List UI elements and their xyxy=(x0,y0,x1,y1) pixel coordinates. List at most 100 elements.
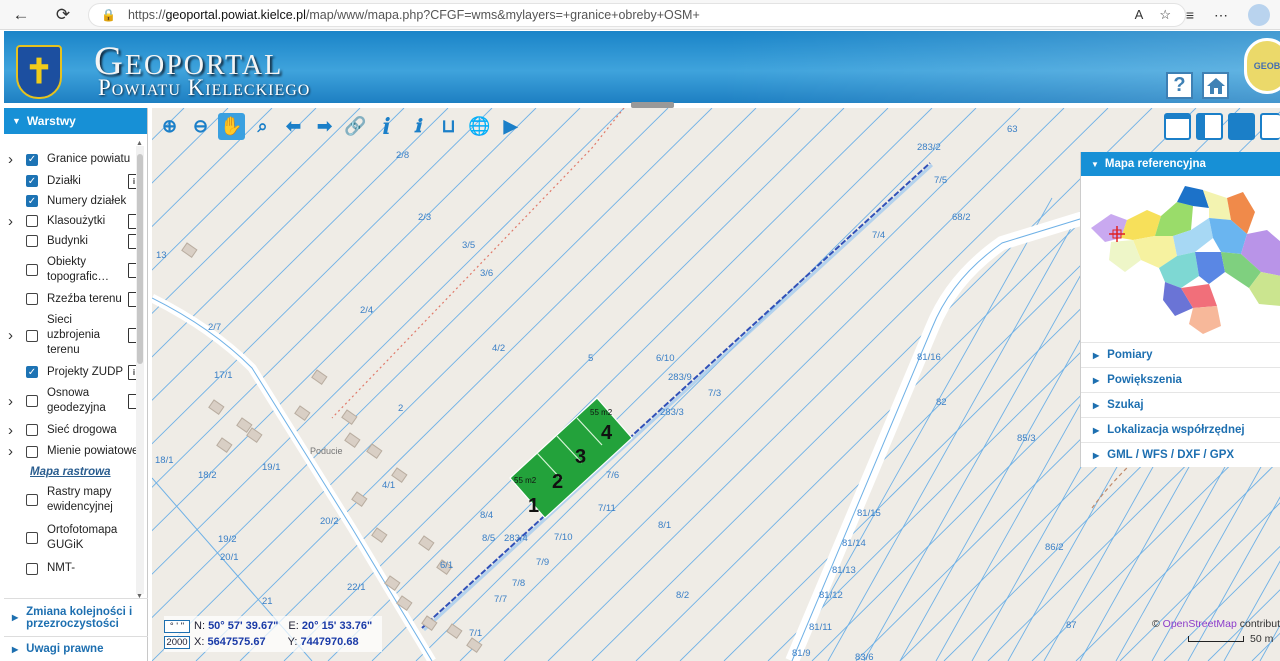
right-panel-item[interactable]: ▶ GML / WFS / DXF / GPX xyxy=(1081,442,1280,467)
home-button[interactable] xyxy=(1202,72,1229,99)
layer-item[interactable]: › Klasoużytki xyxy=(4,211,140,231)
expand-chevron-icon[interactable]: › xyxy=(8,423,13,438)
layer-checkbox[interactable] xyxy=(26,494,38,506)
measure-ruler-icon[interactable]: ⊔ xyxy=(435,113,462,140)
parcel-number-label: 6/10 xyxy=(656,353,675,364)
parcel-boundary-line xyxy=(152,108,713,661)
layout-split-icon[interactable] xyxy=(1196,113,1223,140)
layer-checkbox[interactable]: ✓ xyxy=(26,153,38,166)
reload-icon[interactable]: ⟳ xyxy=(48,0,78,30)
building xyxy=(371,527,388,543)
building xyxy=(294,405,311,421)
parcel-number-label: 283/9 xyxy=(668,372,692,383)
geoportal-header: ✝ Geoportal Powiatu Kieleckiego ? GEOB xyxy=(4,31,1280,103)
layout-export-icon[interactable] xyxy=(1228,113,1255,140)
parcel-number-label: 22/1 xyxy=(347,582,366,593)
more-icon[interactable]: ⋯ xyxy=(1214,7,1228,24)
layer-checkbox[interactable] xyxy=(26,395,38,407)
parcel-number-label: 4/1 xyxy=(382,480,395,491)
back-icon[interactable]: ← xyxy=(6,0,36,30)
x-value: 5647575.67 xyxy=(207,636,266,648)
layer-label: Działki xyxy=(47,174,81,187)
expand-chevron-icon[interactable]: › xyxy=(8,328,13,343)
favorites-icon[interactable]: ≡ xyxy=(1186,7,1194,23)
dms-mode-toggle[interactable]: ° ' " xyxy=(164,619,190,633)
info-query-icon[interactable]: ℹ xyxy=(404,113,431,140)
expand-chevron-icon[interactable]: › xyxy=(8,394,13,409)
scroll-up-icon[interactable]: ▲ xyxy=(136,140,143,147)
right-panel-item[interactable]: ▶ Szukaj xyxy=(1081,392,1280,417)
layer-item[interactable]: ✓ Numery działek xyxy=(4,191,140,211)
right-panel-item[interactable]: ▶ Lokalizacja współrzędnej xyxy=(1081,417,1280,442)
pan-hand-icon[interactable]: ✋ xyxy=(218,113,245,140)
profile-avatar[interactable] xyxy=(1248,4,1270,26)
layer-checkbox[interactable] xyxy=(26,424,38,436)
read-aloud-icon[interactable]: A xyxy=(1135,7,1144,23)
district-boundary xyxy=(331,108,625,419)
right-panel-item[interactable]: ▶ Pomiary xyxy=(1081,342,1280,367)
x-label: X: xyxy=(194,636,205,648)
layer-checkbox[interactable]: ✓ xyxy=(26,175,38,187)
expand-chevron-icon[interactable]: › xyxy=(8,214,13,229)
legal-notes-link[interactable]: ▶ Uwagi prawne xyxy=(4,636,148,661)
zoom-in-icon[interactable]: ⊕ xyxy=(156,113,183,140)
osm-link[interactable]: OpenStreetMap xyxy=(1163,618,1237,630)
parcel-number-label: 7/7 xyxy=(494,594,507,605)
reference-map-header[interactable]: ▼ Mapa referencyjna xyxy=(1081,152,1280,176)
help-button[interactable]: ? xyxy=(1166,72,1193,99)
layer-item[interactable]: ✓ Projekty ZUDP i xyxy=(4,362,140,382)
address-bar[interactable]: 🔒 https://geoportal.powiat.kielce.pl/map… xyxy=(88,3,1186,27)
right-panel-item[interactable]: ▶ Powiększenia xyxy=(1081,367,1280,392)
globe-icon[interactable]: 🌐 xyxy=(466,113,493,140)
expand-chevron-icon[interactable]: › xyxy=(8,152,13,167)
reference-map[interactable] xyxy=(1081,176,1280,342)
layer-item[interactable]: Budynki xyxy=(4,231,140,251)
layer-item[interactable]: › ✓ Granice powiatu xyxy=(4,148,140,171)
parcel-boundary-line xyxy=(283,108,845,661)
arrow-left-icon[interactable]: ⬅ xyxy=(280,113,307,140)
caret-right-icon: ▶ xyxy=(1093,425,1100,435)
raster-layer-item[interactable]: Ortofotomapa GUGiK xyxy=(4,519,140,557)
parcel-number-label: 81/12 xyxy=(819,590,843,601)
layer-item[interactable]: Rzeźba terenu xyxy=(4,289,140,309)
geo-badge-logo[interactable]: GEOB xyxy=(1244,38,1280,94)
right-panel-item-label: Pomiary xyxy=(1107,349,1153,361)
layer-checkbox[interactable] xyxy=(26,562,38,575)
raster-layer-item[interactable]: NMT- xyxy=(4,557,140,580)
layers-panel-header[interactable]: ▼ Warstwy xyxy=(4,108,147,134)
layer-item[interactable]: Obiekty topografic… xyxy=(4,251,140,289)
layer-checkbox[interactable] xyxy=(26,235,38,247)
layer-checkbox[interactable]: ✓ xyxy=(26,195,38,207)
coat-of-arms-logo: ✝ xyxy=(16,45,62,99)
layer-checkbox[interactable] xyxy=(26,445,38,458)
layer-order-link[interactable]: ▶ Zmiana kolejności i przezroczystości xyxy=(4,598,148,636)
layer-label: Sieci uzbrojenia terenu xyxy=(47,314,101,356)
layout-side-icon[interactable] xyxy=(1260,113,1280,140)
layer-checkbox[interactable] xyxy=(26,215,38,227)
scrollbar-thumb[interactable] xyxy=(137,154,143,364)
layer-item[interactable]: › Mienie powiatowe xyxy=(4,440,140,463)
layers-scrollbar[interactable]: ▲ ▼ xyxy=(136,140,144,600)
layer-item[interactable]: › Sieci uzbrojenia terenu xyxy=(4,309,140,362)
camera-icon[interactable]: ▶ xyxy=(497,113,524,140)
layer-item[interactable]: › Sieć drogowa xyxy=(4,420,140,440)
zoom-extent-icon[interactable]: ⌕ xyxy=(249,113,276,140)
zoom-out-icon[interactable]: ⊖ xyxy=(187,113,214,140)
link-icon[interactable]: 🔗 xyxy=(342,113,369,140)
layer-item[interactable]: › Osnowa geodezyjna xyxy=(4,382,140,420)
info-icon[interactable]: i xyxy=(373,113,400,140)
layer-checkbox[interactable] xyxy=(26,264,38,276)
layout-full-icon[interactable] xyxy=(1164,113,1191,140)
layer-checkbox[interactable] xyxy=(26,293,38,305)
layer-checkbox[interactable] xyxy=(26,329,38,342)
right-panel-item-label: Lokalizacja współrzędnej xyxy=(1107,424,1245,436)
expand-chevron-icon[interactable]: › xyxy=(8,444,13,459)
raster-layer-item[interactable]: Rastry mapy ewidencyjnej xyxy=(4,481,140,519)
parcel-number-label: 5 xyxy=(588,353,593,364)
favorite-star-icon[interactable]: ☆ xyxy=(1159,7,1171,23)
arrow-right-icon[interactable]: ➡ xyxy=(311,113,338,140)
layer-checkbox[interactable]: ✓ xyxy=(26,366,38,378)
layer-item[interactable]: ✓ Działki i xyxy=(4,171,140,191)
layer-checkbox[interactable] xyxy=(26,532,38,544)
crs-2000-toggle[interactable]: 2000 xyxy=(164,635,190,649)
